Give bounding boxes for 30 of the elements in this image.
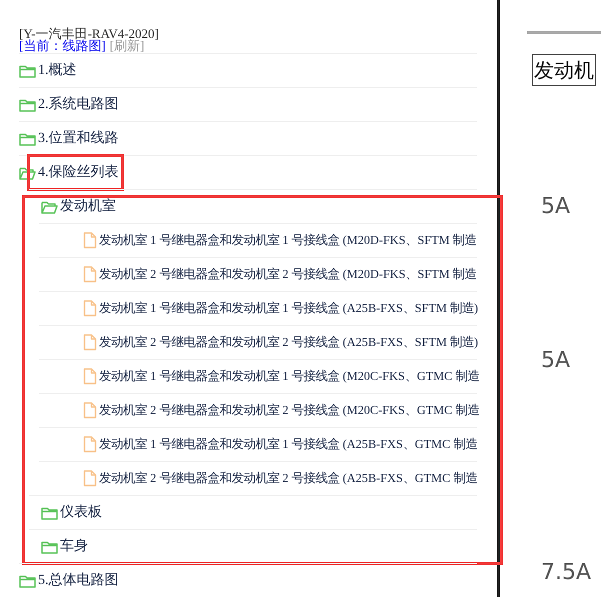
tree-item[interactable]: 2.系统电路图	[38, 94, 118, 115]
tree-item[interactable]: 发动机室 2 号继电器盒和发动机室 2 号接线盒 (A25B-FXS、SFTM 制造)	[99, 333, 478, 352]
tree-item[interactable]: 发动机室 2 号继电器盒和发动机室 2 号接线盒 (M20C-FKS、GTMC 制造	[99, 401, 480, 420]
document-icon	[83, 470, 97, 487]
document-icon	[83, 334, 97, 351]
document-icon	[83, 436, 97, 453]
tree-item[interactable]: 5.总体电路图	[38, 570, 118, 591]
document-icon	[83, 232, 97, 249]
tree-item[interactable]: 仪表板	[60, 502, 102, 523]
tree-item[interactable]: 发动机室	[60, 196, 116, 217]
current-view-link[interactable]: [当前：线路图]	[19, 40, 106, 52]
tree-item[interactable]: 发动机室 1 号继电器盒和发动机室 1 号接线盒 (A25B-FXS、GTMC 制造	[99, 435, 478, 454]
fuse-rating: 7.5A	[541, 560, 592, 586]
section-heading: 发动机	[532, 54, 596, 86]
fuse-rating: 5A	[541, 348, 570, 374]
tree-item[interactable]: 发动机室 1 号继电器盒和发动机室 1 号接线盒 (M20C-FKS、GTMC 制造	[99, 367, 480, 386]
tree-item[interactable]: 发动机室 2 号继电器盒和发动机室 2 号接线盒 (A25B-FXS、GTMC 制造	[99, 469, 478, 488]
fuse-rating: 5A	[541, 194, 570, 220]
tree-item[interactable]: 3.位置和线路	[38, 128, 118, 149]
vehicle-title: [Y-一汽丰田-RAV4-2020]	[19, 28, 160, 40]
tree-item[interactable]: 发动机室 1 号继电器盒和发动机室 1 号接线盒 (A25B-FXS、SFTM 制造)	[99, 299, 478, 318]
document-icon	[83, 300, 97, 317]
document-icon	[83, 402, 97, 419]
tree-item[interactable]: 车身	[60, 536, 88, 557]
document-icon	[83, 368, 97, 385]
tree-item[interactable]: 1.概述	[38, 60, 76, 81]
tree-item[interactable]: 4.保险丝列表	[38, 162, 118, 183]
document-icon	[83, 266, 97, 283]
tree-item[interactable]: 发动机室 1 号继电器盒和发动机室 1 号接线盒 (M20D-FKS、SFTM 制造	[99, 231, 477, 250]
tree-item[interactable]: 发动机室 2 号继电器盒和发动机室 2 号接线盒 (M20D-FKS、SFTM 制造	[99, 265, 477, 284]
